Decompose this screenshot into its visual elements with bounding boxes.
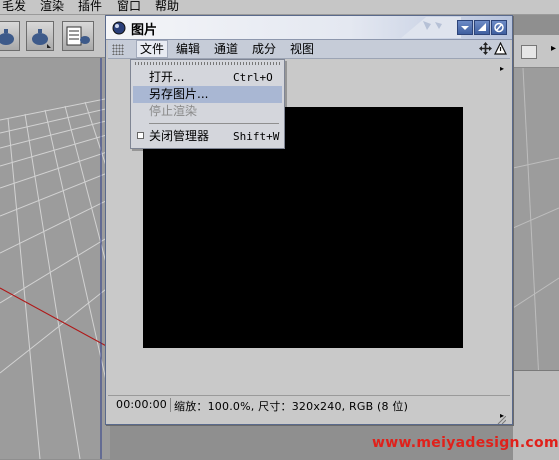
maximize-button[interactable] <box>474 20 490 35</box>
minimize-icon <box>461 26 469 30</box>
tear-off-handle[interactable] <box>135 62 280 65</box>
minimize-button[interactable] <box>457 20 473 35</box>
app-logo-icon <box>112 21 126 35</box>
render-settings-button[interactable] <box>62 21 94 51</box>
menu-item-save-image-label: 另存图片... <box>149 87 209 101</box>
status-bar: 00:00:00 缩放：100.0%, 尺寸：320x240, RGB (8 位… <box>108 395 510 414</box>
app-toolbar <box>0 15 110 58</box>
file-menu-dropdown: 打开... Ctrl+O 另存图片... 停止渲染 关闭管理器 Shift+W <box>130 59 285 149</box>
menu-component[interactable]: 成分 <box>252 41 276 57</box>
close-icon <box>494 22 504 33</box>
warning-icon[interactable] <box>494 42 507 55</box>
menu-item-stop-render: 停止渲染 <box>133 103 282 120</box>
watermark-text: www.meiyadesign.com <box>372 435 559 451</box>
menu-item-open[interactable]: 打开... Ctrl+O <box>133 69 282 86</box>
menu-item-open-shortcut: Ctrl+O <box>233 71 273 84</box>
checkbox-icon[interactable] <box>137 132 144 139</box>
menu-item-open-label: 打开... <box>149 70 185 84</box>
menu-hair[interactable]: 毛发 <box>2 0 26 14</box>
menu-channel[interactable]: 通道 <box>214 41 238 57</box>
resize-grip-icon[interactable] <box>494 416 506 424</box>
render-active-button[interactable] <box>26 21 54 51</box>
right-panel-toolbar: ▸ <box>513 35 559 68</box>
status-separator <box>170 398 171 412</box>
move-icon[interactable] <box>479 42 492 55</box>
render-settings-icon <box>66 26 90 46</box>
menu-plugins[interactable]: 插件 <box>78 0 102 14</box>
image-info: 缩放：100.0%, 尺寸：320x240, RGB (8 位) <box>174 400 409 413</box>
window-titlebar[interactable]: 图片 <box>106 16 512 40</box>
menu-item-close-manager-shortcut: Shift+W <box>233 130 280 143</box>
menu-view[interactable]: 视图 <box>290 41 314 57</box>
menu-render[interactable]: 渲染 <box>40 0 64 14</box>
titlebar-decoration <box>401 17 461 38</box>
menu-item-close-manager-label: 关闭管理器 <box>149 129 210 143</box>
menu-help[interactable]: 帮助 <box>155 0 179 14</box>
scroll-right-arrow-icon[interactable]: ▸ <box>500 64 504 73</box>
menu-window[interactable]: 窗口 <box>117 0 141 14</box>
menu-item-save-image[interactable]: 另存图片... <box>133 86 282 103</box>
menu-file[interactable]: 文件 <box>136 40 169 58</box>
3d-viewport-left[interactable] <box>0 58 110 459</box>
teapot-icon <box>0 29 14 45</box>
menu-edit[interactable]: 编辑 <box>176 41 200 57</box>
menu-item-stop-render-label: 停止渲染 <box>149 104 198 118</box>
render-time: 00:00:00 <box>116 398 168 411</box>
window-title: 图片 <box>131 23 158 38</box>
window-menubar: 文件 编辑 通道 成分 视图 <box>108 40 510 59</box>
teapot-render-icon <box>32 29 51 48</box>
panel-arrow-icon[interactable]: ▸ <box>551 43 556 54</box>
perspective-grid <box>0 58 110 459</box>
render-view-button[interactable] <box>0 21 20 51</box>
menu-separator <box>149 123 279 124</box>
menu-item-close-manager[interactable]: 关闭管理器 Shift+W <box>133 128 282 145</box>
panel-button[interactable] <box>521 45 537 59</box>
close-button[interactable] <box>491 20 507 35</box>
maximize-icon <box>478 23 486 31</box>
app-menubar: 毛发 渲染 插件 窗口 帮助 <box>0 0 559 15</box>
menu-grip[interactable] <box>112 44 124 55</box>
